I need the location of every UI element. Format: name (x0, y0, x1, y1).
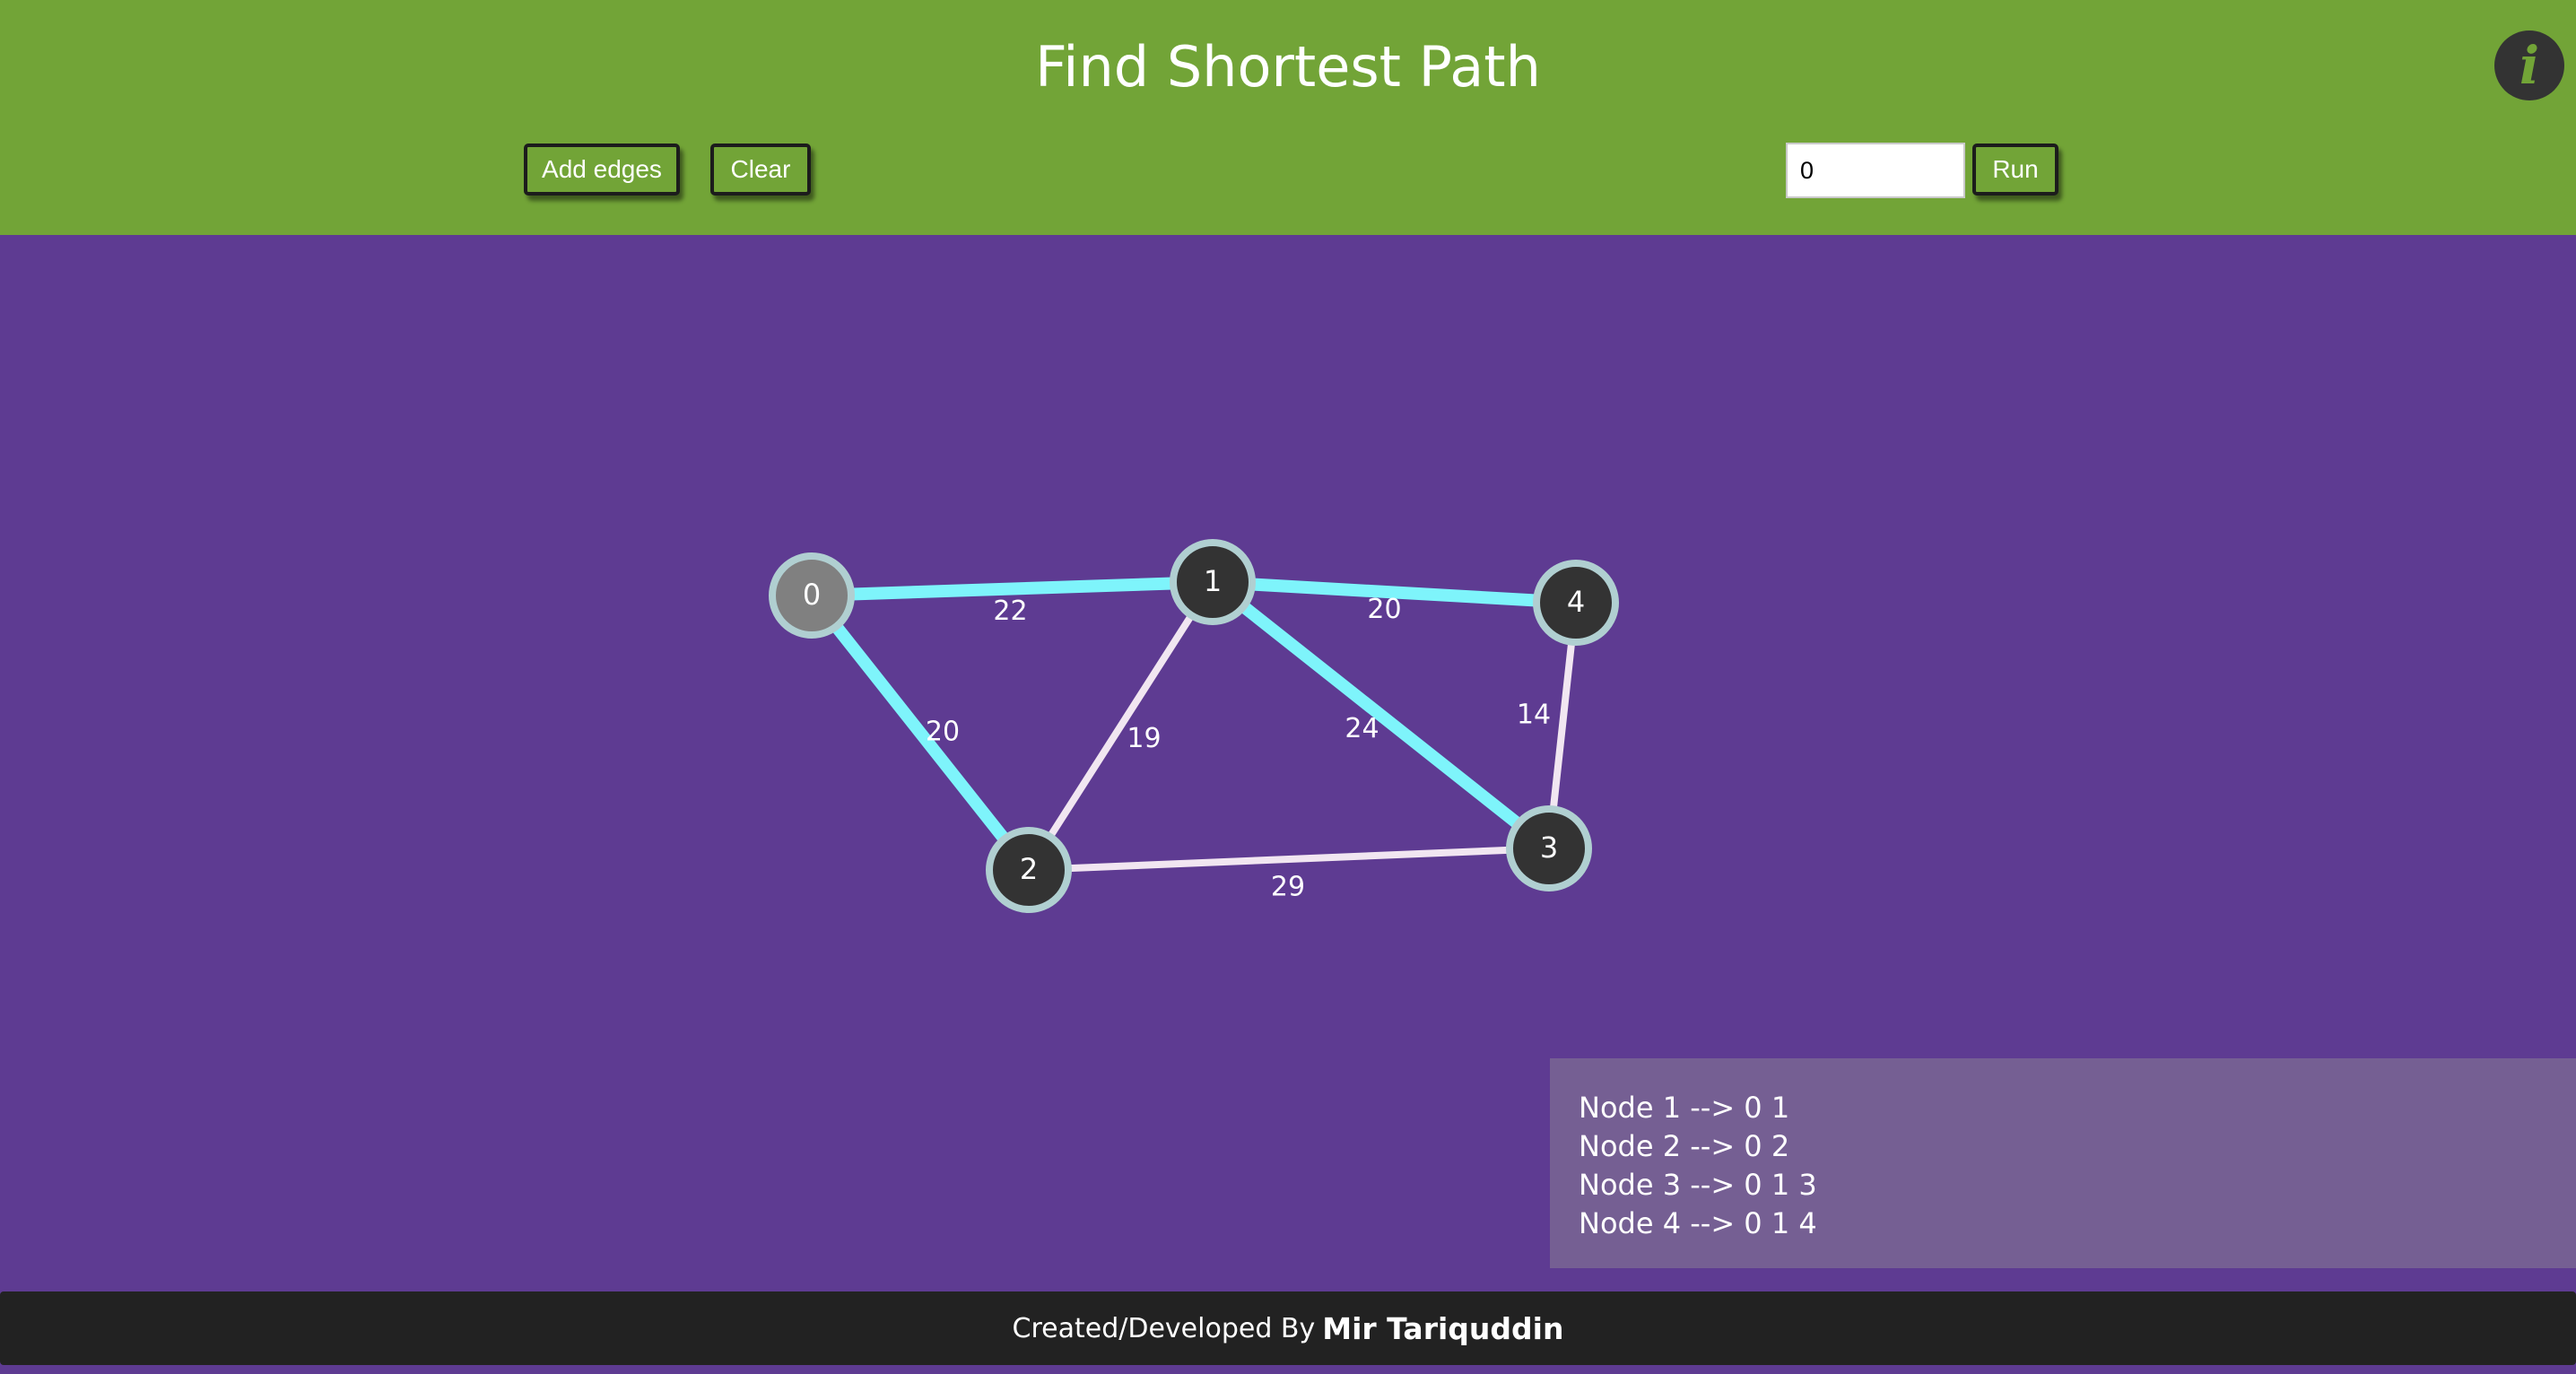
result-line: Node 3 --> 0 1 3 (1579, 1168, 1817, 1202)
edge-weight-label: 20 (1367, 594, 1401, 625)
run-button[interactable]: Run (1972, 143, 2058, 196)
result-panel: Node 1 --> 0 1 Node 2 --> 0 2 Node 3 -->… (1550, 1058, 2576, 1268)
source-node-input[interactable] (1786, 143, 1965, 198)
edge-weight-label: 22 (993, 596, 1027, 627)
edge-weight-label: 24 (1345, 713, 1379, 744)
graph-node-1[interactable]: 1 (1170, 539, 1256, 625)
edge-2-3[interactable] (1028, 845, 1550, 874)
graph-node-3[interactable]: 3 (1506, 805, 1592, 891)
edge-0-2-shortest-path[interactable] (806, 591, 1034, 874)
edge-weight-label: 20 (926, 717, 960, 748)
result-line: Node 4 --> 0 1 4 (1579, 1206, 1817, 1240)
edge-weight-label: 14 (1517, 700, 1551, 731)
node-label: 4 (1567, 585, 1585, 619)
edge-weight-label: 29 (1271, 872, 1305, 903)
header-bar: Find Shortest Path Add edges Clear Run i (0, 0, 2576, 235)
node-label: 0 (803, 578, 821, 612)
node-label: 3 (1540, 830, 1558, 865)
result-line: Node 1 --> 0 1 (1579, 1091, 1790, 1125)
edge-1-2[interactable] (1025, 579, 1216, 873)
footer-author: Mir Tariquddin (1322, 1310, 1564, 1346)
add-edges-button[interactable]: Add edges (524, 143, 680, 196)
graph-node-4[interactable]: 4 (1533, 560, 1619, 646)
graph-node-2[interactable]: 2 (986, 827, 1072, 913)
node-label: 2 (1020, 852, 1038, 886)
clear-button[interactable]: Clear (710, 143, 811, 196)
info-icon[interactable]: i (2494, 30, 2564, 100)
footer: Created/Developed By Mir Tariquddin (0, 1291, 2576, 1365)
footer-credit: Created/Developed By (1012, 1312, 1316, 1344)
edge-weight-label: 19 (1127, 723, 1161, 754)
page-title: Find Shortest Path (1035, 34, 1541, 100)
node-label: 1 (1204, 564, 1222, 598)
result-line: Node 2 --> 0 2 (1579, 1129, 1790, 1163)
edge-0-1-shortest-path[interactable] (811, 576, 1214, 602)
graph-node-0[interactable]: 0 (769, 552, 855, 639)
